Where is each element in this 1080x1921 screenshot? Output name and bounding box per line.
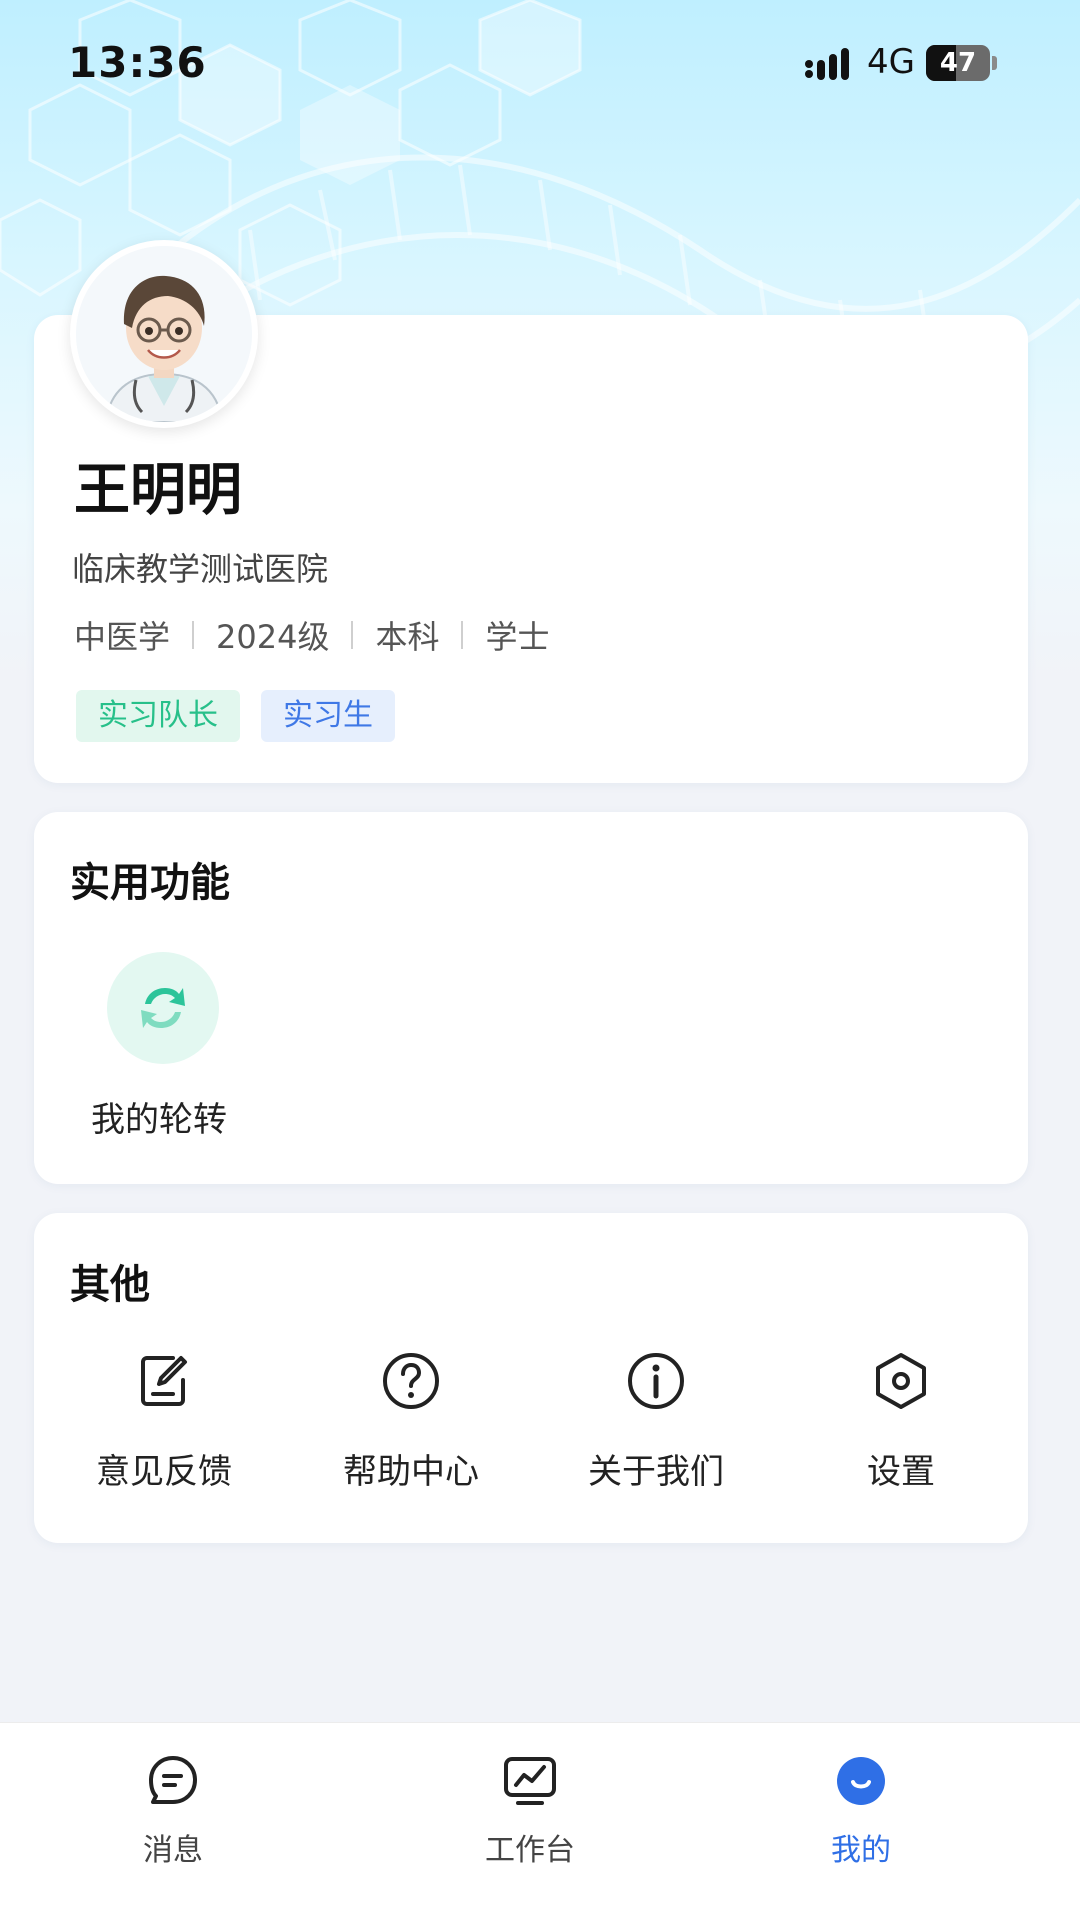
tab-messages[interactable]: 消息 <box>63 1753 283 1869</box>
education-info: 中医学 2024级 本科 学士 <box>74 612 550 658</box>
tab-profile-label: 我的 <box>831 1833 891 1868</box>
divider <box>351 621 354 649</box>
user-name: 王明明 <box>74 458 242 523</box>
about-us-label: 关于我们 <box>588 1452 724 1492</box>
utilities-title: 实用功能 <box>70 860 230 906</box>
hospital-name: 临床教学测试医院 <box>72 550 329 588</box>
divider <box>461 621 464 649</box>
major: 中医学 <box>74 618 171 656</box>
degree: 学士 <box>485 618 550 656</box>
tag-intern: 实习生 <box>261 690 395 742</box>
my-rotation-label[interactable]: 我的轮转 <box>91 1092 227 1141</box>
others-title: 其他 <box>70 1262 150 1308</box>
tab-workbench[interactable]: 工作台 <box>420 1753 640 1869</box>
my-rotation-button[interactable] <box>107 952 219 1064</box>
tab-messages-label: 消息 <box>143 1833 203 1868</box>
tab-workbench-label: 工作台 <box>485 1833 575 1868</box>
battery-tip <box>992 56 997 70</box>
divider <box>192 621 195 649</box>
status-time: 13:36 <box>68 38 207 87</box>
feedback-icon <box>141 1356 187 1406</box>
rotate-icon <box>141 988 185 1028</box>
tab-profile[interactable]: 我的 <box>751 1753 971 1869</box>
feedback-button[interactable]: 意见反馈 <box>64 1350 264 1493</box>
grade: 2024级 <box>216 618 330 656</box>
bottom-tab-bar: 消息 工作台 我的 <box>0 1722 1080 1921</box>
info-icon <box>628 1353 684 1409</box>
settings-icon <box>876 1353 926 1409</box>
about-us-button[interactable]: 关于我们 <box>556 1350 756 1493</box>
battery-icon: 47 <box>926 45 990 81</box>
degree-level: 本科 <box>375 618 440 656</box>
feedback-label: 意见反馈 <box>96 1452 232 1492</box>
tag-intern-leader: 实习队长 <box>76 690 240 742</box>
doctor-avatar-icon <box>76 246 252 422</box>
signal-icon <box>805 48 849 80</box>
help-icon <box>383 1353 439 1409</box>
workbench-icon <box>504 1757 556 1805</box>
help-center-label: 帮助中心 <box>343 1452 479 1492</box>
status-bar: 13:36 4G 47 <box>0 0 1080 120</box>
avatar[interactable] <box>70 240 258 428</box>
message-icon <box>149 1756 197 1804</box>
network-type: 4G <box>867 42 915 82</box>
profile-icon <box>837 1757 885 1805</box>
help-center-button[interactable]: 帮助中心 <box>311 1350 511 1493</box>
settings-label: 设置 <box>867 1452 935 1492</box>
settings-button[interactable]: 设置 <box>801 1350 1001 1493</box>
battery-level: 47 <box>939 48 977 78</box>
